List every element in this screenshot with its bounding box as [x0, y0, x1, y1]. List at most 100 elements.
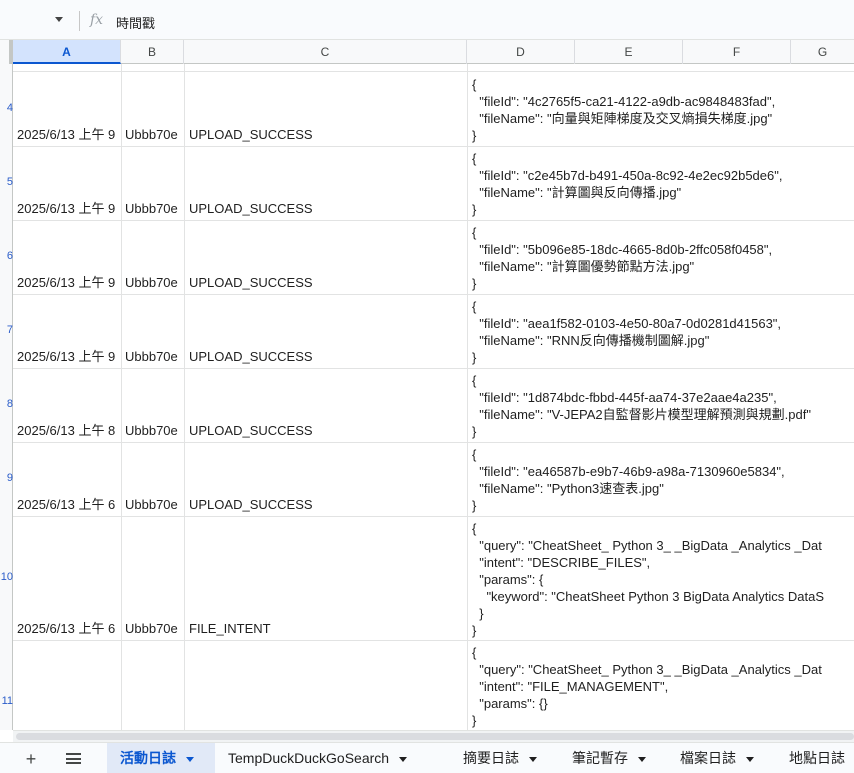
add-sheet-button[interactable]: + [18, 748, 44, 770]
name-box-dropdown-icon[interactable] [55, 17, 63, 22]
cell-user-id[interactable]: Ubbb70e [125, 620, 183, 637]
row-number[interactable]: 7 [0, 324, 13, 336]
cell-user-id[interactable]: Ubbb70e [125, 496, 183, 513]
cell-details-line[interactable]: { [472, 446, 476, 463]
cell-details-line[interactable]: "query": "CheatSheet_ Python 3_ _BigData… [472, 661, 822, 678]
cell-details-line[interactable]: { [472, 150, 476, 167]
cell-timestamp[interactable]: 2025/6/13 上午 6 [17, 620, 120, 637]
cell-user-id[interactable]: Ubbb70e [125, 274, 183, 291]
row-divider [13, 640, 854, 641]
row-number[interactable]: 9 [0, 472, 13, 484]
cell-details-line[interactable]: { [472, 298, 476, 315]
chevron-down-icon[interactable] [746, 756, 754, 762]
cell-details-line[interactable]: "keyword": "CheatSheet Python 3 BigData … [472, 588, 824, 605]
chevron-down-icon[interactable] [399, 756, 408, 762]
horizontal-scrollbar[interactable] [13, 730, 854, 742]
formula-input[interactable]: 時間戳 [116, 13, 155, 32]
cell-details-line[interactable]: { [472, 372, 476, 389]
cell-details-line[interactable]: "fileId": "aea1f582-0103-4e50-80a7-0d028… [472, 315, 781, 332]
column-header-a[interactable]: A [13, 40, 121, 64]
row-divider [13, 368, 854, 369]
column-header-d[interactable]: D [467, 40, 575, 64]
cell-details-line[interactable]: } [472, 349, 476, 366]
sheet-tab-notes-temp[interactable]: 筆記暫存 [572, 743, 646, 773]
cell-details-line[interactable]: } [472, 423, 476, 440]
cell-details-line[interactable]: } [472, 275, 476, 292]
row-number[interactable]: 11 [0, 695, 13, 707]
fx-icon: fx [90, 12, 104, 28]
cell-details-line[interactable]: } [472, 605, 483, 622]
cell-user-id[interactable]: Ubbb70e [125, 126, 183, 143]
sheet-tab-tempduckduckgosearch[interactable]: TempDuckDuckGoSearch [228, 743, 408, 773]
sheet-tab-summary-log[interactable]: 摘要日誌 [463, 743, 537, 773]
cell-details-line[interactable]: "fileName": "計算圖優勢節點方法.jpg" [472, 258, 694, 275]
cell-event-type[interactable]: UPLOAD_SUCCESS [189, 422, 465, 439]
chevron-down-icon[interactable] [186, 756, 194, 762]
cell-details-line[interactable]: "fileName": "V-JEPA2自監督影片模型理解預測與規劃.pdf" [472, 406, 811, 423]
cell-details-line[interactable]: { [472, 644, 476, 661]
column-header-g[interactable]: G [791, 40, 854, 64]
sheet-tab-activity-log[interactable]: 活動日誌 [107, 743, 215, 773]
cell-details-line[interactable]: "fileId": "1d874bdc-fbbd-445f-aa74-37e2a… [472, 389, 776, 406]
cell-details-line[interactable]: "intent": "DESCRIBE_FILES", [472, 554, 650, 571]
cell-details-line[interactable]: "fileId": "5b096e85-18dc-4665-8d0b-2ffc0… [472, 241, 772, 258]
cell-event-type[interactable]: UPLOAD_SUCCESS [189, 496, 465, 513]
cell-details-line[interactable]: "intent": "FILE_MANAGEMENT", [472, 678, 668, 695]
cell-event-type[interactable]: UPLOAD_SUCCESS [189, 126, 465, 143]
cell-timestamp[interactable]: 2025/6/13 上午 6 [17, 496, 120, 513]
column-divider [467, 64, 468, 730]
column-header-bar: A B C D E F G [0, 40, 854, 64]
all-sheets-menu-icon[interactable] [66, 753, 81, 764]
sheet-tab-bar: + 活動日誌 TempDuckDuckGoSearch 摘要日誌 筆記暫存 檔案… [0, 742, 854, 773]
row-number[interactable]: 8 [0, 398, 13, 410]
cell-details-line[interactable]: "fileId": "c2e45b7d-b491-450a-8c92-4e2ec… [472, 167, 782, 184]
row-number[interactable]: 10 [0, 571, 13, 583]
row-divider [13, 294, 854, 295]
cell-details-line[interactable]: { [472, 224, 476, 241]
cell-details-line[interactable]: "fileName": "向量與矩陣梯度及交叉熵損失梯度.jpg" [472, 110, 772, 127]
cell-user-id[interactable]: Ubbb70e [125, 348, 183, 365]
cell-details-line[interactable]: "fileName": "計算圖與反向傳播.jpg" [472, 184, 681, 201]
cell-details-line[interactable]: } [472, 201, 476, 218]
cell-timestamp[interactable]: 2025/6/13 上午 9 [17, 200, 120, 217]
cell-details-line[interactable]: "fileName": "RNN反向傳播機制圖解.jpg" [472, 332, 709, 349]
column-header-c[interactable]: C [184, 40, 467, 64]
spreadsheet-grid[interactable]: 4 2025/6/13 上午 9 Ubbb70e UPLOAD_SUCCESS { "f… [0, 64, 854, 730]
cell-details-line[interactable]: "fileName": "Python3速查表.jpg" [472, 480, 664, 497]
chevron-down-icon[interactable] [529, 756, 537, 762]
cell-details-line[interactable]: "query": "CheatSheet_ Python 3_ _BigData… [472, 537, 822, 554]
cell-details-line[interactable]: "fileId": "ea46587b-e9b7-46b9-a98a-71309… [472, 463, 784, 480]
cell-details-line[interactable]: } [472, 622, 476, 639]
cell-user-id[interactable]: Ubbb70e [125, 200, 183, 217]
sheet-tab-location-log[interactable]: 地點日誌 [789, 743, 845, 773]
cell-user-id[interactable]: Ubbb70e [125, 422, 183, 439]
cell-details-line[interactable]: { [472, 76, 476, 93]
cell-details-line[interactable]: "fileId": "4c2765f5-ca21-4122-a9db-ac984… [472, 93, 775, 110]
row-number[interactable]: 6 [0, 250, 13, 262]
cell-details-line[interactable]: "params": { [472, 571, 543, 588]
cell-details-line[interactable]: } [472, 127, 476, 144]
column-header-f[interactable]: F [683, 40, 791, 64]
sheet-tab-label: 地點日誌 [789, 750, 845, 766]
chevron-down-icon[interactable] [638, 756, 646, 762]
column-header-e[interactable]: E [575, 40, 683, 64]
sheet-tab-label: 檔案日誌 [680, 750, 736, 766]
row-number[interactable]: 5 [0, 176, 13, 188]
cell-event-type[interactable]: FILE_INTENT [189, 620, 465, 637]
scrollbar-thumb[interactable] [16, 733, 854, 740]
row-number[interactable]: 4 [0, 102, 13, 114]
cell-details-line[interactable]: { [472, 520, 476, 537]
cell-details-line[interactable]: } [472, 497, 476, 514]
sheet-tab-file-log[interactable]: 檔案日誌 [680, 743, 754, 773]
cell-details-line[interactable]: } [472, 712, 476, 729]
cell-details-line[interactable]: "params": {} [472, 695, 548, 712]
column-header-b[interactable]: B [121, 40, 184, 64]
cell-event-type[interactable]: UPLOAD_SUCCESS [189, 348, 465, 365]
cell-timestamp[interactable]: 2025/6/13 上午 9 [17, 274, 120, 291]
select-all-corner[interactable] [0, 40, 13, 64]
cell-timestamp[interactable]: 2025/6/13 上午 9 [17, 126, 120, 143]
cell-event-type[interactable]: UPLOAD_SUCCESS [189, 274, 465, 291]
cell-timestamp[interactable]: 2025/6/13 上午 8 [17, 422, 120, 439]
cell-timestamp[interactable]: 2025/6/13 上午 9 [17, 348, 120, 365]
cell-event-type[interactable]: UPLOAD_SUCCESS [189, 200, 465, 217]
